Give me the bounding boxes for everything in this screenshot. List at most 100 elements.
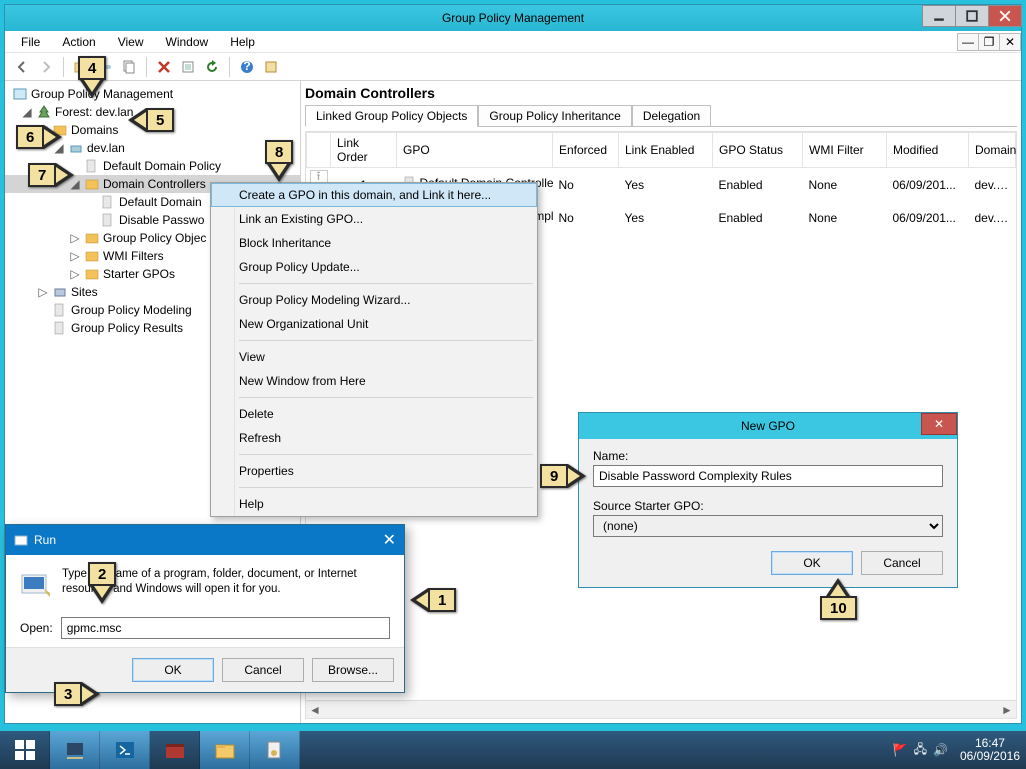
maximize-button[interactable] bbox=[955, 5, 989, 27]
run-body-icon bbox=[20, 567, 52, 603]
tree-results-label: Group Policy Results bbox=[71, 321, 183, 335]
mdi-minimize-button[interactable]: — bbox=[957, 33, 979, 51]
run-close-button[interactable]: ✕ bbox=[356, 530, 396, 550]
ou-icon bbox=[84, 176, 100, 192]
new-gpo-starter-select[interactable]: (none) bbox=[593, 515, 943, 537]
close-button[interactable] bbox=[988, 5, 1022, 27]
ctx-new-window[interactable]: New Window from Here bbox=[211, 369, 537, 393]
ctx-gpo-update[interactable]: Group Policy Update... bbox=[211, 255, 537, 279]
horizontal-scrollbar[interactable]: ◄ ► bbox=[306, 700, 1016, 718]
run-titlebar: Run ✕ bbox=[6, 525, 404, 555]
mdi-close-button[interactable]: ✕ bbox=[999, 33, 1021, 51]
tray-clock[interactable]: 16:47 06/09/2016 bbox=[960, 737, 1020, 763]
tree-toggle[interactable]: ▷ bbox=[69, 268, 81, 280]
gpo-link-icon bbox=[100, 194, 116, 210]
menu-action[interactable]: Action bbox=[52, 33, 105, 51]
run-cancel-button[interactable]: Cancel bbox=[222, 658, 304, 682]
ctx-link-existing-gpo[interactable]: Link an Existing GPO... bbox=[211, 207, 537, 231]
mdi-restore-button[interactable]: ❐ bbox=[978, 33, 1000, 51]
start-button[interactable] bbox=[0, 731, 50, 769]
starter-gpos-icon bbox=[84, 266, 100, 282]
tab-linked-gpos[interactable]: Linked Group Policy Objects bbox=[305, 105, 478, 127]
menu-window[interactable]: Window bbox=[156, 33, 219, 51]
taskbar-gpmc[interactable] bbox=[250, 731, 300, 769]
col-wmi-filter[interactable]: WMI Filter bbox=[803, 133, 887, 168]
run-ok-button[interactable]: OK bbox=[132, 658, 214, 682]
run-browse-button[interactable]: Browse... bbox=[312, 658, 394, 682]
tray-sound-icon[interactable]: 🔊 bbox=[933, 743, 948, 757]
annotation-8: 8 bbox=[265, 140, 293, 182]
tabs: Linked Group Policy Objects Group Policy… bbox=[305, 105, 1017, 127]
new-gpo-name-input[interactable] bbox=[593, 465, 943, 487]
ctx-properties[interactable]: Properties bbox=[211, 459, 537, 483]
new-gpo-dialog: New GPO ✕ Name: Source Starter GPO: (non… bbox=[578, 412, 958, 588]
heading-domain-controllers: Domain Controllers bbox=[305, 85, 1017, 101]
scroll-left-button[interactable]: ◄ bbox=[306, 702, 324, 718]
new-gpo-cancel-button[interactable]: Cancel bbox=[861, 551, 943, 575]
minimize-button[interactable] bbox=[922, 5, 956, 27]
tree-default-policy-label: Default Domain Policy bbox=[103, 159, 221, 173]
ctx-help[interactable]: Help bbox=[211, 492, 537, 516]
ctx-refresh[interactable]: Refresh bbox=[211, 426, 537, 450]
back-button[interactable] bbox=[11, 56, 33, 78]
taskbar-explorer[interactable] bbox=[200, 731, 250, 769]
col-gpo[interactable]: GPO bbox=[397, 133, 553, 168]
help-button[interactable]: ? bbox=[236, 56, 258, 78]
col-modified[interactable]: Modified bbox=[887, 133, 969, 168]
ctx-delete[interactable]: Delete bbox=[211, 402, 537, 426]
tree-toggle[interactable]: ▷ bbox=[69, 232, 81, 244]
tab-gpo-inheritance[interactable]: Group Policy Inheritance bbox=[478, 105, 631, 127]
properties-button[interactable] bbox=[177, 56, 199, 78]
run-open-input[interactable] bbox=[61, 617, 390, 639]
forward-button[interactable] bbox=[35, 56, 57, 78]
tree-forest-label: Forest: dev.lan bbox=[55, 105, 133, 119]
tree-toggle[interactable]: ▷ bbox=[69, 250, 81, 262]
menu-file[interactable]: File bbox=[11, 33, 50, 51]
delete-button[interactable] bbox=[153, 56, 175, 78]
ctx-create-gpo[interactable]: Create a GPO in this domain, and Link it… bbox=[211, 183, 537, 207]
svg-text:?: ? bbox=[243, 60, 250, 73]
refresh-button[interactable] bbox=[201, 56, 223, 78]
tree-sites-label: Sites bbox=[71, 285, 98, 299]
menubar: File Action View Window Help — ❐ ✕ bbox=[5, 31, 1021, 53]
new-gpo-title-label: New GPO bbox=[741, 419, 795, 433]
annotation-6: 6 bbox=[16, 125, 62, 149]
col-link-enabled[interactable]: Link Enabled bbox=[619, 133, 713, 168]
gpo-link-icon bbox=[100, 212, 116, 228]
tray-flag-icon[interactable]: 🚩 bbox=[893, 743, 908, 757]
tree-modeling-label: Group Policy Modeling bbox=[71, 303, 192, 317]
scroll-right-button[interactable]: ► bbox=[998, 702, 1016, 718]
ctx-block-inheritance[interactable]: Block Inheritance bbox=[211, 231, 537, 255]
col-link-order[interactable]: Link Order bbox=[331, 133, 397, 168]
filter-options-button[interactable] bbox=[260, 56, 282, 78]
window-title: Group Policy Management bbox=[442, 11, 584, 25]
ctx-view-submenu[interactable]: View bbox=[211, 345, 537, 369]
taskbar-toolbox[interactable] bbox=[150, 731, 200, 769]
col-gpo-status[interactable]: GPO Status bbox=[713, 133, 803, 168]
copy-button[interactable] bbox=[118, 56, 140, 78]
annotation-10: 10 bbox=[820, 578, 857, 620]
ctx-new-ou[interactable]: New Organizational Unit bbox=[211, 312, 537, 336]
taskbar-powershell[interactable] bbox=[100, 731, 150, 769]
taskbar-server-manager[interactable] bbox=[50, 731, 100, 769]
tree-domains-label: Domains bbox=[71, 123, 118, 137]
annotation-1: 1 bbox=[410, 588, 456, 612]
gpo-modeling-icon bbox=[52, 302, 68, 318]
new-gpo-close-button[interactable]: ✕ bbox=[921, 413, 957, 435]
menu-view[interactable]: View bbox=[108, 33, 154, 51]
col-enforced[interactable]: Enforced bbox=[553, 133, 619, 168]
tree-toggle[interactable]: ◢ bbox=[21, 106, 33, 118]
gpo-container-icon bbox=[84, 230, 100, 246]
ctx-modeling-wizard[interactable]: Group Policy Modeling Wizard... bbox=[211, 288, 537, 312]
new-gpo-ok-button[interactable]: OK bbox=[771, 551, 853, 575]
tab-delegation[interactable]: Delegation bbox=[632, 105, 711, 127]
sites-icon bbox=[52, 284, 68, 300]
col-domain[interactable]: Domain bbox=[969, 133, 1016, 168]
gpo-link-icon bbox=[84, 158, 100, 174]
new-gpo-name-label: Name: bbox=[593, 449, 943, 463]
tree-domain-label: dev.lan bbox=[87, 141, 125, 155]
tree-toggle[interactable]: ▷ bbox=[37, 286, 49, 298]
tray-network-icon[interactable]: 🖧 bbox=[914, 740, 927, 761]
tree-starter-gpos-label: Starter GPOs bbox=[103, 267, 175, 281]
menu-help[interactable]: Help bbox=[220, 33, 265, 51]
